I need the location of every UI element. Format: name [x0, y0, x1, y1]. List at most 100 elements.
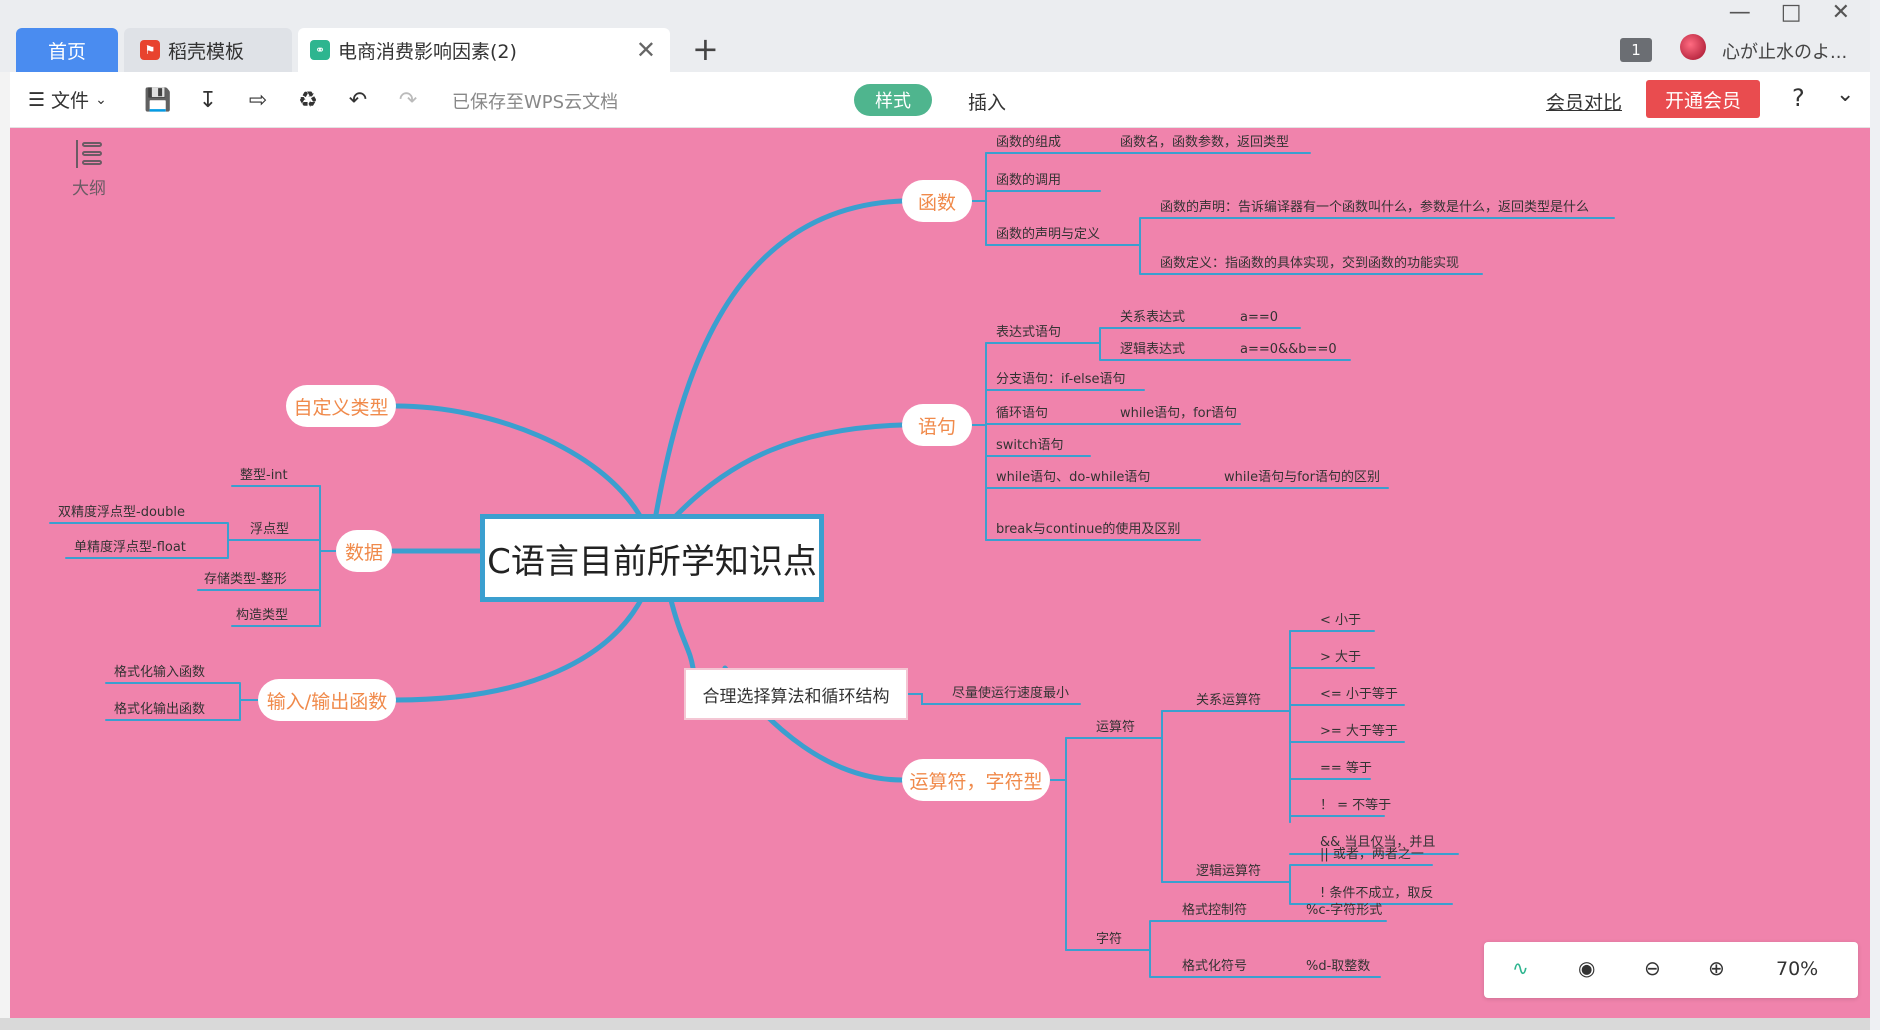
leaf-func-compose[interactable]: 函数的组成 [996, 135, 1061, 151]
topic-custom-types[interactable]: 自定义类型 [286, 385, 396, 427]
topic-data[interactable]: 数据 [336, 530, 392, 572]
topic-io-functions[interactable]: 输入/输出函数 [258, 679, 396, 721]
leaf-func-decl-detail[interactable]: 函数的声明：告诉编译器有一个函数叫什么，参数是什么，返回类型是什么 [1160, 200, 1589, 216]
leaf-stmt-while[interactable]: while语句、do-while语句 [996, 470, 1150, 486]
leaf-stmt-log-val[interactable]: a==0&&b==0 [1240, 342, 1337, 358]
leaf-stmt-expr[interactable]: 表达式语句 [996, 325, 1061, 341]
username[interactable]: 心が止水のよ... [1722, 38, 1847, 64]
leaf-stmt-switch[interactable]: switch语句 [996, 438, 1064, 454]
connector-root-algo [667, 593, 696, 671]
collapse-toolbar-icon[interactable]: ⌄ [1836, 82, 1854, 107]
daoke-logo-icon: ⚑ [140, 40, 160, 60]
leaf-data-double[interactable]: 双精度浮点型-double [58, 505, 185, 521]
leaf-stmt-loop[interactable]: 循环语句 [996, 406, 1048, 422]
tab-insert[interactable]: 插入 [968, 88, 1006, 115]
chevron-down-icon: ⌄ [95, 91, 107, 108]
leaf-func-call[interactable]: 函数的调用 [996, 173, 1061, 189]
tab-home-label: 首页 [47, 40, 86, 63]
close-tab-icon[interactable]: ✕ [636, 36, 656, 64]
leaf-ops-eq[interactable]: == 等于 [1320, 761, 1372, 777]
leaf-data-single[interactable]: 单精度浮点型-float [74, 540, 186, 556]
leaf-ops-ge[interactable]: >= 大于等于 [1320, 724, 1398, 740]
tab-daoke-label: 稻壳模板 [168, 40, 245, 63]
leaf-func-decl[interactable]: 函数的声明与定义 [996, 227, 1100, 243]
leaf-ops-format-symbol[interactable]: 格式化符号 [1182, 959, 1247, 975]
avatar[interactable] [1680, 34, 1706, 60]
file-menu-label: 文件 [51, 90, 90, 112]
leaf-stmt-rel-val[interactable]: a==0 [1240, 310, 1278, 326]
leaf-stmt-log-expr[interactable]: 逻辑表达式 [1120, 342, 1185, 358]
leaf-io-input[interactable]: 格式化输入函数 [114, 665, 205, 681]
open-member-button[interactable]: 开通会员 [1646, 80, 1760, 118]
topic-statements[interactable]: 语句 [902, 404, 972, 446]
leaf-io-output[interactable]: 格式化输出函数 [114, 702, 205, 718]
leaf-func-def-detail[interactable]: 函数定义：指函数的具体实现，交到函数的功能实现 [1160, 256, 1459, 272]
member-compare-link[interactable]: 会员对比 [1546, 88, 1622, 115]
format-painter-icon[interactable]: ♻ [294, 86, 322, 114]
leaf-ops-not[interactable]: ! 条件不成立，取反 [1320, 886, 1433, 902]
leaf-stmt-loop-val[interactable]: while语句，for语句 [1120, 406, 1237, 422]
outline-icon [76, 140, 102, 168]
mindmap-canvas[interactable]: 大纲 C语言目前所学知识点 函数 语句 合理选择算法和循环结构 运算符，字符型 … [10, 128, 1870, 1018]
leaf-stmt-break[interactable]: break与continue的使用及区别 [996, 522, 1180, 538]
outline-button[interactable]: 大纲 [64, 140, 114, 199]
root-node[interactable]: C语言目前所学知识点 [480, 514, 824, 602]
export-icon[interactable]: ⇨ [244, 86, 272, 114]
leaf-ops-format-control-val[interactable]: %c-字符形式 [1306, 903, 1382, 919]
connector-root-func [652, 198, 905, 523]
undo-icon[interactable]: ↶ [344, 86, 372, 114]
status-bar [0, 1018, 1880, 1030]
locate-center-icon[interactable]: ◉ [1578, 956, 1595, 980]
leaf-data-struct[interactable]: 构造类型 [236, 608, 288, 624]
leaf-ops-gt[interactable]: > 大于 [1320, 650, 1361, 666]
leaf-ops-format-symbol-val[interactable]: %d-取整数 [1306, 959, 1370, 975]
leaf-ops-or[interactable]: || 或者，两者之一 [1320, 847, 1424, 863]
close-window-icon[interactable]: ✕ [1832, 0, 1850, 25]
file-menu[interactable]: ☰ 文件 ⌄ [28, 86, 107, 113]
leaf-ops-operators[interactable]: 运算符 [1096, 720, 1135, 736]
zoom-in-icon[interactable]: ⊕ [1708, 956, 1725, 980]
leaf-data-float[interactable]: 浮点型 [250, 522, 289, 538]
tab-home[interactable]: 首页 [16, 28, 118, 72]
tab-style[interactable]: 样式 [854, 84, 932, 116]
tab-daoke-templates[interactable]: ⚑ 稻壳模板 [124, 28, 292, 72]
tab-document[interactable]: ⚭ 电商消费影响因素(2) ✕ [298, 28, 670, 72]
minimize-icon[interactable]: — [1729, 0, 1751, 25]
leaf-ops-lt[interactable]: < 小于 [1320, 613, 1361, 629]
zoom-level[interactable]: 70% [1776, 958, 1818, 980]
connector-lines [49, 152, 1615, 978]
leaf-ops-le[interactable]: <= 小于等于 [1320, 687, 1398, 703]
tab-bar: 首页 ⚑ 稻壳模板 ⚭ 电商消费影响因素(2) ✕ + — □ ✕ 1 心が止水… [0, 0, 1880, 72]
topic-functions[interactable]: 函数 [902, 180, 972, 222]
help-icon[interactable]: ? [1792, 84, 1805, 112]
connector-root-custom [393, 403, 643, 519]
topic-operators[interactable]: 运算符，字符型 [902, 759, 1050, 801]
new-tab-icon[interactable]: + [692, 30, 719, 68]
download-icon[interactable]: ↧ [194, 86, 222, 114]
window-controls: — □ ✕ [1729, 0, 1850, 25]
zoom-toolbar: ∿ ◉ ⊖ ⊕ 70% [1484, 942, 1858, 998]
leaf-stmt-while-val[interactable]: while语句与for语句的区别 [1224, 470, 1380, 486]
leaf-ops-char[interactable]: 字符 [1096, 932, 1122, 948]
outline-label: 大纲 [72, 179, 106, 199]
leaf-ops-format-control[interactable]: 格式控制符 [1182, 903, 1247, 919]
leaf-stmt-rel-expr[interactable]: 关系表达式 [1120, 310, 1185, 326]
eye-hide-icon[interactable]: ∿ [1512, 956, 1529, 980]
leaf-ops-logical[interactable]: 逻辑运算符 [1196, 864, 1261, 880]
leaf-ops-relational[interactable]: 关系运算符 [1196, 693, 1261, 709]
leaf-data-int[interactable]: 整型-int [240, 468, 288, 484]
zoom-out-icon[interactable]: ⊖ [1644, 956, 1661, 980]
leaf-ops-ne[interactable]: ！ = 不等于 [1320, 798, 1391, 814]
toolbar: ☰ 文件 ⌄ 💾 ↧ ⇨ ♻ ↶ ↷ 已保存至WPS云文档 样式 插入 会员对比… [10, 72, 1870, 128]
leaf-data-storage[interactable]: 存储类型-整形 [204, 572, 287, 588]
leaf-stmt-branch[interactable]: 分支语句：if-else语句 [996, 372, 1126, 388]
leaf-func-compose-detail[interactable]: 函数名，函数参数，返回类型 [1120, 135, 1289, 151]
left-window-edge [0, 72, 10, 1018]
window-count-badge[interactable]: 1 [1620, 38, 1652, 62]
mindmap-doc-icon: ⚭ [310, 40, 330, 60]
save-icon[interactable]: 💾 [144, 86, 172, 114]
leaf-algo-speed[interactable]: 尽量使运行速度最小 [952, 686, 1069, 702]
maximize-icon[interactable]: □ [1781, 0, 1802, 25]
redo-icon[interactable]: ↷ [394, 86, 422, 114]
topic-algorithm[interactable]: 合理选择算法和循环结构 [684, 668, 908, 720]
